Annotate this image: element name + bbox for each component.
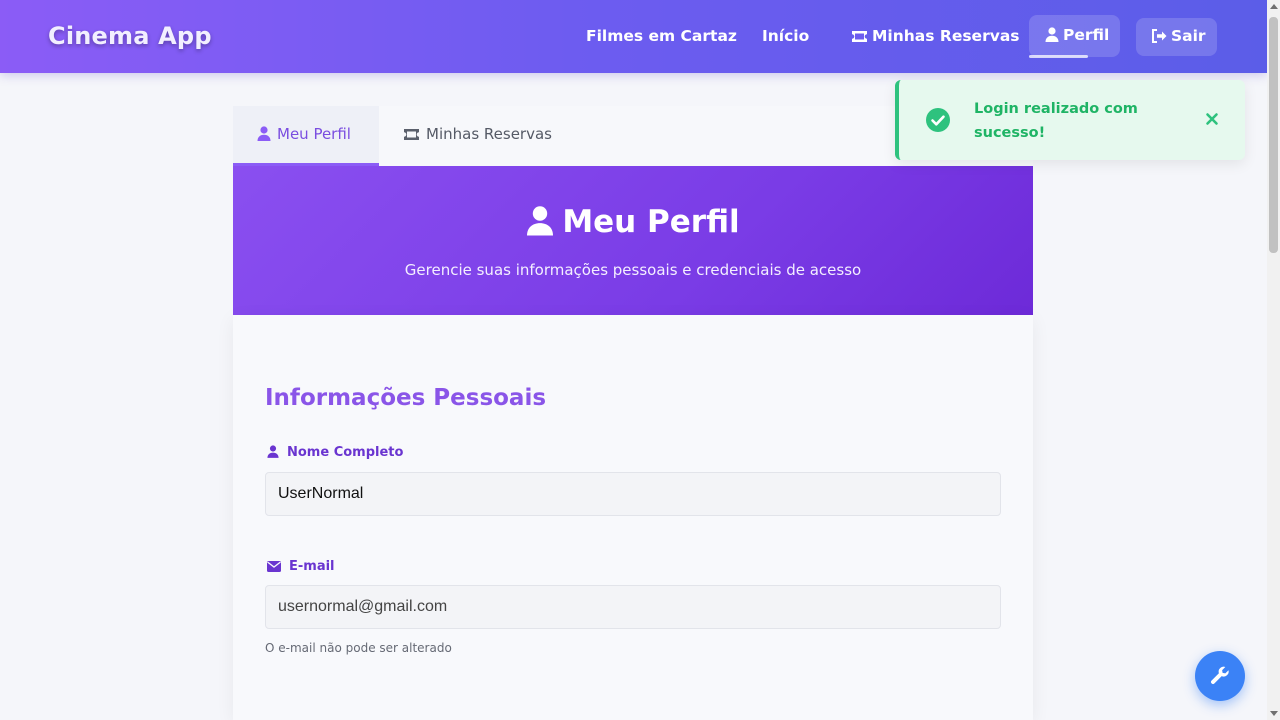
page-title: Meu Perfil: [233, 204, 1033, 240]
user-icon: [257, 126, 271, 141]
nav-reservations-label: Minhas Reservas: [872, 27, 1020, 45]
brand-logo[interactable]: Cinema App: [48, 22, 212, 50]
tab-my-profile-label: Meu Perfil: [277, 125, 351, 143]
scroll-up-arrow[interactable]: [1270, 4, 1278, 9]
nav-home-link[interactable]: Início: [762, 27, 809, 45]
nav-reservations-link[interactable]: Minhas Reservas: [851, 27, 1020, 45]
check-circle-icon: [926, 108, 950, 132]
user-icon: [267, 445, 279, 458]
close-icon[interactable]: [1203, 110, 1221, 128]
wrench-icon: [1211, 666, 1229, 684]
nav-logout-link[interactable]: Sair: [1151, 27, 1206, 45]
nav-profile-link[interactable]: Perfil: [1045, 26, 1109, 44]
scroll-thumb[interactable]: [1269, 17, 1278, 253]
toast-message: Login realizado com sucesso!: [974, 101, 1138, 141]
section-title-personal-info: Informações Pessoais: [265, 385, 547, 411]
nav-profile-label: Perfil: [1063, 26, 1110, 44]
email-input[interactable]: [265, 585, 1001, 629]
active-nav-indicator: [1029, 55, 1088, 58]
nav-logout-label: Sair: [1171, 27, 1206, 45]
top-navbar: Cinema App Filmes em Cartaz Início Minha…: [0, 0, 1267, 73]
email-hint: O e-mail não pode ser alterado: [265, 641, 452, 655]
tab-my-profile[interactable]: Meu Perfil: [233, 106, 379, 166]
email-field-label: E-mail: [267, 559, 335, 574]
envelope-icon: [267, 561, 281, 572]
ticket-icon: [852, 31, 867, 42]
tab-my-reservations-label: Minhas Reservas: [426, 125, 552, 143]
profile-card: Informações Pessoais Nome Completo E-mai…: [233, 315, 1033, 720]
page-subtitle: Gerencie suas informações pessoais e cre…: [404, 261, 862, 279]
sign-out-icon: [1152, 29, 1167, 43]
profile-hero-banner: Meu Perfil Gerencie suas informações pes…: [233, 166, 1033, 315]
name-field-label: Nome Completo: [267, 445, 403, 460]
tools-fab-button[interactable]: [1195, 651, 1245, 701]
user-icon: [1045, 27, 1059, 42]
nav-movies-link[interactable]: Filmes em Cartaz: [586, 27, 737, 45]
email-field-label-text: E-mail: [289, 559, 335, 574]
success-toast: Login realizado com sucesso!: [895, 80, 1245, 160]
page-scrollbar[interactable]: [1267, 0, 1280, 720]
name-field-label-text: Nome Completo: [287, 445, 404, 460]
scroll-down-arrow[interactable]: [1270, 711, 1278, 716]
full-name-input[interactable]: [265, 472, 1001, 516]
user-icon: [527, 206, 554, 236]
tab-my-reservations[interactable]: Minhas Reservas: [379, 106, 579, 166]
ticket-icon: [404, 129, 419, 140]
page-title-text: Meu Perfil: [562, 204, 740, 240]
